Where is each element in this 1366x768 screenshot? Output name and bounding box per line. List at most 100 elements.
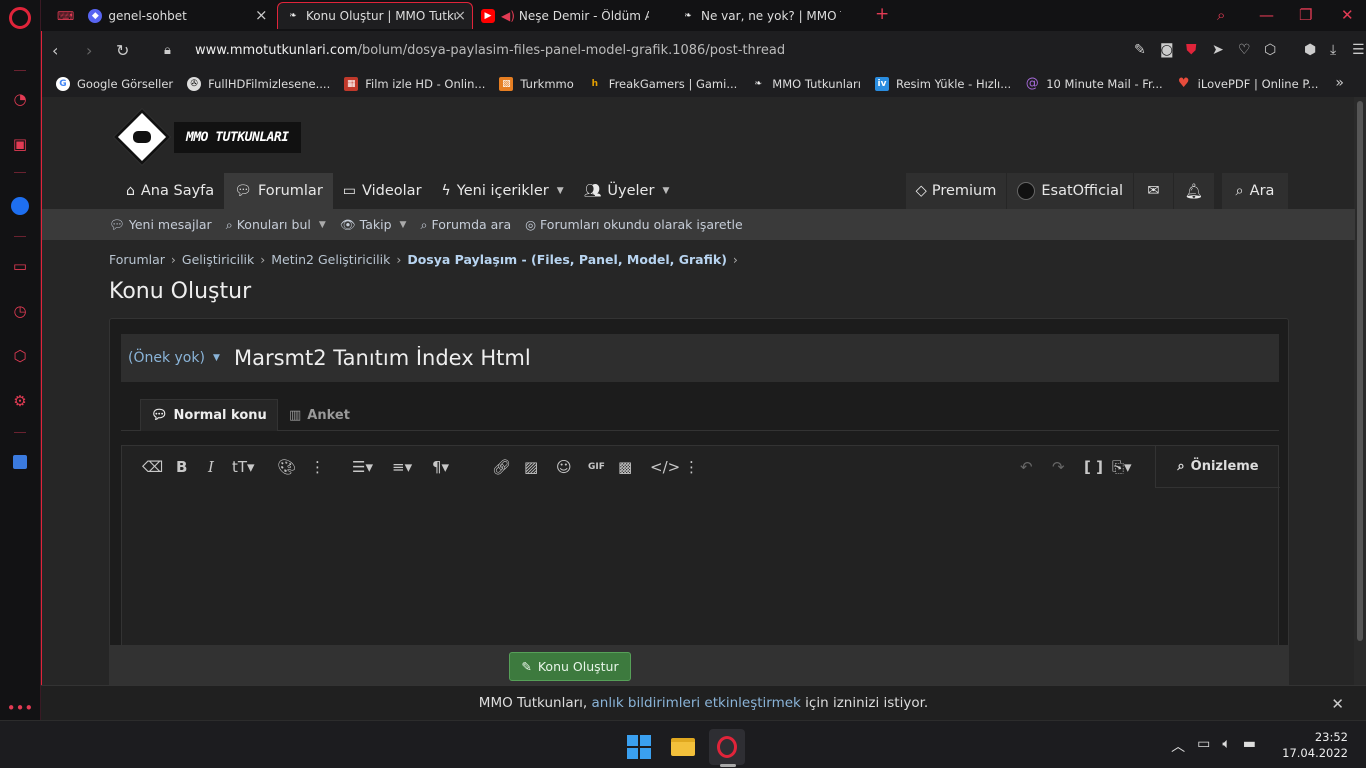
file-explorer-button[interactable]	[665, 729, 701, 765]
bbcode-icon[interactable]: [ ]	[1084, 458, 1103, 476]
link-icon[interactable]: 🔗︎	[492, 458, 511, 476]
bookmark-item[interactable]: @10 Minute Mail - Fr...	[1025, 76, 1163, 91]
easy-setup-icon[interactable]: ☰	[1352, 42, 1365, 58]
lock-icon[interactable]: 🔒︎	[164, 43, 171, 58]
subnav-mark-read[interactable]: ◎ Forumları okundu olarak işaretle	[525, 217, 743, 232]
speaker-icon[interactable]: ◀)	[501, 9, 515, 23]
breadcrumb-item[interactable]: Metin2 Geliştiricilik	[271, 252, 390, 267]
browser-tab[interactable]: ▶ ◀) Neşe Demir - Öldüm Ar	[473, 2, 673, 29]
bold-icon[interactable]: B	[176, 458, 187, 476]
nav-item-members[interactable]: 👥︎ Üyeler ▼	[574, 173, 680, 209]
player-icon[interactable]: ▭	[10, 256, 30, 276]
close-tab-icon[interactable]: ×	[454, 8, 466, 24]
camera-icon[interactable]: ◙	[1160, 42, 1174, 58]
edit-icon[interactable]: ✎	[1134, 42, 1146, 58]
more-options-icon[interactable]: •••	[7, 698, 34, 718]
history-icon[interactable]: ◷	[10, 301, 30, 321]
prefix-select[interactable]: (Önek yok) ▼	[121, 334, 227, 382]
search-button[interactable]: ⌕ Ara	[1222, 173, 1288, 209]
breadcrumb-item[interactable]: Forumlar	[109, 252, 165, 267]
premium-link[interactable]: ◇ Premium	[906, 173, 1008, 209]
create-thread-button[interactable]: ✎ Konu Oluştur	[509, 652, 631, 681]
translate-icon[interactable]	[10, 452, 30, 472]
tab-normal-thread[interactable]: 💬︎ Normal konu	[140, 399, 278, 431]
scrollbar[interactable]	[1354, 97, 1366, 687]
media-icon[interactable]: ▩	[618, 458, 632, 476]
bookmark-item[interactable]: ▦ Film izle HD - Onlin...	[344, 76, 485, 91]
speed-dial-icon[interactable]: ◔	[10, 89, 30, 109]
forward-icon[interactable]: ›	[86, 41, 92, 60]
search-tabs-icon[interactable]: ⌕	[1217, 6, 1225, 24]
url-field[interactable]: www.mmotutkunlari.com/bolum/dosya-paylas…	[195, 43, 785, 58]
close-window-icon[interactable]: ✕	[1341, 6, 1354, 24]
box-icon[interactable]: ⬢	[1304, 42, 1316, 58]
text-size-icon[interactable]: tT▾	[232, 458, 255, 476]
scrollbar-thumb[interactable]	[1357, 101, 1363, 641]
palette-icon[interactable]: 🎨︎	[277, 458, 296, 476]
subnav-find-threads[interactable]: ⌕ Konuları bul ▼	[226, 217, 326, 233]
cube-icon[interactable]: ⬡	[1264, 42, 1276, 58]
list-icon[interactable]: ☰▾	[352, 458, 373, 476]
maximize-icon[interactable]: ❐	[1299, 6, 1312, 24]
more-bookmarks-chevron-icon[interactable]: »	[1335, 75, 1344, 91]
chevron-up-icon[interactable]: ︿	[1171, 736, 1185, 756]
bookmark-item[interactable]: ✇ FullHDFilmizlesene....	[187, 76, 330, 91]
subnav-new-posts[interactable]: 💬︎ Yeni mesajlar	[109, 217, 212, 233]
alerts-button[interactable]: 🔔︎	[1174, 173, 1214, 209]
back-icon[interactable]: ‹	[52, 41, 58, 60]
subnav-search-forums[interactable]: ⌕ Forumda ara	[420, 217, 511, 233]
enable-notifications-link[interactable]: anlık bildirimleri etkinleştirmek	[591, 695, 800, 711]
extensions-icon[interactable]: ⬡	[10, 346, 30, 366]
adblock-shield-icon[interactable]: ⛊	[1186, 42, 1197, 58]
download-icon[interactable]: ⤓	[1330, 42, 1336, 58]
image-icon[interactable]: ▨	[524, 458, 538, 476]
close-icon[interactable]: ✕	[1331, 695, 1344, 713]
nav-item-whats-new[interactable]: ϟ Yeni içerikler ▼	[432, 173, 574, 209]
start-button[interactable]	[621, 729, 657, 765]
heart-icon[interactable]: ♡	[1238, 42, 1251, 58]
send-icon[interactable]: ➤	[1212, 42, 1224, 58]
italic-icon[interactable]: I	[208, 458, 214, 476]
close-tab-icon[interactable]: ×	[255, 6, 268, 24]
opera-logo-icon[interactable]	[9, 7, 31, 29]
browser-tab[interactable]: ⌨ ◆ genel-sohbet	[49, 2, 229, 29]
bookmark-item[interactable]: G Google Görseller	[56, 76, 173, 91]
align-icon[interactable]: ≡▾	[392, 458, 412, 476]
eraser-icon[interactable]: ⌫	[142, 458, 163, 476]
redo-icon[interactable]: ↷	[1052, 458, 1065, 476]
code-icon[interactable]: </>	[650, 458, 680, 476]
chevron-down-icon[interactable]: ▼	[400, 220, 407, 230]
minimize-icon[interactable]: —	[1259, 6, 1274, 24]
battery-icon[interactable]: ▬	[1243, 736, 1256, 756]
chevron-down-icon[interactable]: ▼	[557, 186, 564, 196]
chevron-down-icon[interactable]: ▼	[662, 186, 669, 196]
new-tab-plus-icon[interactable]: +	[875, 4, 889, 24]
nav-item-forums[interactable]: 💬︎ Forumlar	[224, 173, 333, 209]
smiley-icon[interactable]: ☺	[556, 458, 572, 476]
settings-gear-icon[interactable]: ⚙	[10, 391, 30, 411]
subnav-watched[interactable]: 👁︎ Takip ▼	[340, 217, 407, 233]
preview-button[interactable]: ⌕ Önizleme	[1155, 446, 1280, 488]
browser-tab-active[interactable]: ❧ Konu Oluştur | MMO Tutku ×	[277, 2, 473, 29]
more-vertical-icon[interactable]: ⋮	[684, 458, 699, 476]
volume-icon[interactable]: 🔈︎	[1222, 736, 1230, 756]
workspace-icon[interactable]: ▣	[10, 134, 30, 154]
tab-poll[interactable]: ▥ Anket	[279, 399, 360, 431]
inbox-button[interactable]: ✉	[1134, 173, 1174, 209]
nav-item-videos[interactable]: ▭ Videolar	[333, 173, 432, 209]
network-icon[interactable]: ▭	[1197, 736, 1210, 756]
messenger-icon[interactable]	[10, 196, 30, 216]
browser-tab[interactable]: ❧ Ne var, ne yok? | MMO Tut	[673, 2, 873, 29]
drafts-icon[interactable]: ⎘▾	[1112, 458, 1132, 476]
bookmark-item[interactable]: iv Resim Yükle - Hızlı...	[874, 76, 1011, 91]
breadcrumb-item-current[interactable]: Dosya Paylaşım - (Files, Panel, Model, G…	[407, 252, 727, 267]
nav-item-home[interactable]: ⌂ Ana Sayfa	[116, 173, 224, 209]
clock[interactable]: 23:52 17.04.2022	[1282, 729, 1348, 761]
account-link[interactable]: EsatOfficial	[1007, 173, 1134, 209]
more-vertical-icon[interactable]: ⋮	[310, 458, 325, 476]
chevron-down-icon[interactable]: ▼	[319, 220, 326, 230]
site-logo[interactable]: MMO TUTKUNLARI	[113, 108, 306, 166]
bookmark-item[interactable]: ▧ Turkmmo	[499, 76, 574, 91]
breadcrumb-item[interactable]: Geliştiricilik	[182, 252, 254, 267]
paragraph-icon[interactable]: ¶▾	[432, 458, 449, 476]
